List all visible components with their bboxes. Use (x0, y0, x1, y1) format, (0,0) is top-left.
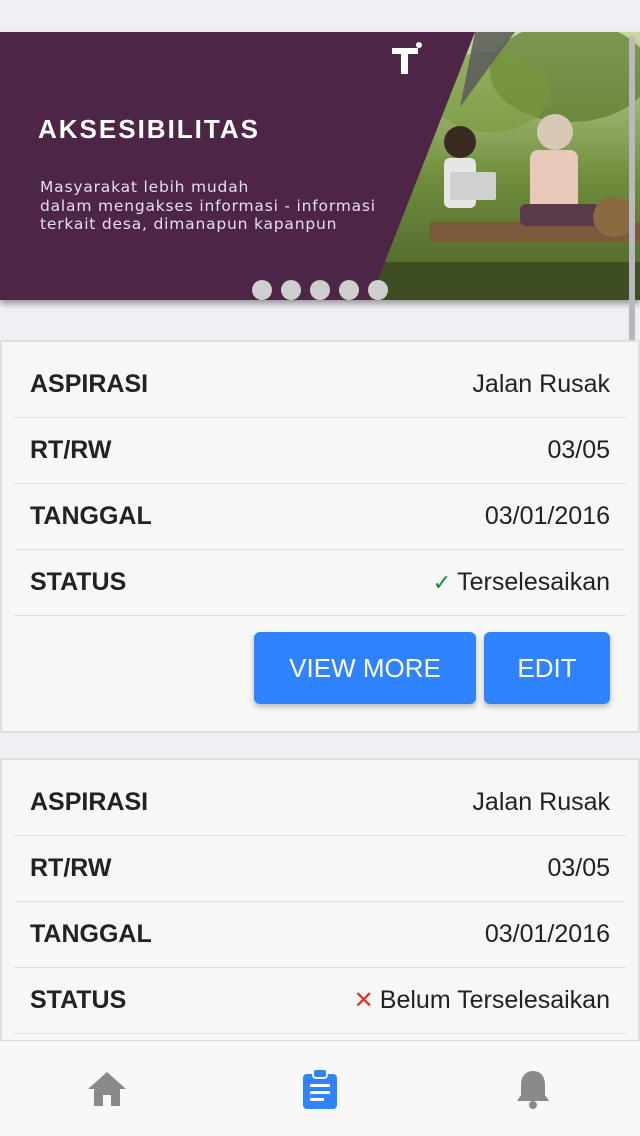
cross-icon: ✕ (353, 987, 374, 1014)
aspiration-card: ASPIRASI Jalan Rusak RT/RW 03/05 TANGGAL… (0, 758, 640, 1058)
tanggal-label: TANGGAL (30, 920, 152, 948)
card-actions: VIEW MORE EDIT (254, 632, 610, 704)
carousel-dot[interactable] (339, 280, 359, 300)
carousel-dot[interactable] (368, 280, 388, 300)
aspirasi-label: ASPIRASI (30, 788, 149, 816)
home-icon (87, 1071, 126, 1106)
rtrw-row: RT/RW 03/05 (14, 418, 626, 484)
status-row: STATUS ✕ Belum Terselesaikan (14, 968, 626, 1034)
tanggal-row: TANGGAL 03/01/2016 (14, 484, 626, 550)
aspiration-card: ASPIRASI Jalan Rusak RT/RW 03/05 TANGGAL… (0, 340, 640, 733)
aspirasi-row: ASPIRASI Jalan Rusak (14, 342, 626, 418)
rtrw-row: RT/RW 03/05 (14, 836, 626, 902)
banner-description-line: Masyarakat lebih mudah (40, 178, 250, 196)
carousel-dot[interactable] (281, 280, 301, 300)
rtrw-label: RT/RW (30, 436, 112, 464)
check-icon: ✓ (432, 569, 452, 595)
status-row: STATUS ✓ Terselesaikan (14, 550, 626, 616)
status-value: Terselesaikan (457, 568, 610, 596)
rtrw-value: 03/05 (547, 436, 610, 464)
status-label: STATUS (30, 986, 127, 1014)
bell-icon (517, 1070, 550, 1109)
tanggal-label: TANGGAL (30, 502, 152, 530)
aspirasi-row: ASPIRASI Jalan Rusak (14, 760, 626, 836)
view-more-button[interactable]: VIEW MORE (254, 632, 476, 704)
carousel-dot[interactable] (252, 280, 272, 300)
status-label: STATUS (30, 568, 127, 596)
banner-title: AKSESIBILITAS (38, 114, 260, 144)
clipboard-icon (302, 1067, 337, 1109)
tanggal-value: 03/01/2016 (484, 502, 610, 530)
tanggal-row: TANGGAL 03/01/2016 (14, 902, 626, 968)
bottom-nav (0, 1040, 640, 1136)
aspirasi-label: ASPIRASI (30, 370, 149, 398)
rtrw-value: 03/05 (547, 854, 610, 882)
nav-home[interactable] (47, 1041, 167, 1136)
status-value-wrap: ✕ Belum Terselesaikan (354, 986, 610, 1015)
aspirasi-value: Jalan Rusak (472, 788, 610, 816)
status-value: Belum Terselesaikan (379, 986, 610, 1014)
banner-description: Masyarakat lebih mudah dalam mengakses i… (40, 178, 400, 234)
nav-notifications[interactable] (473, 1041, 593, 1136)
carousel-dot[interactable] (310, 280, 330, 300)
banner-description-line: dalam mengakses informasi - informasi (40, 196, 376, 215)
edit-button[interactable]: EDIT (484, 632, 610, 704)
nav-aspirations[interactable] (260, 1041, 380, 1136)
banner-description-line: terkait desa, dimanapun kapanpun (40, 215, 338, 233)
tanggal-value: 03/01/2016 (484, 920, 610, 948)
banner-carousel[interactable]: AKSESIBILITAS Masyarakat lebih mudah dal… (0, 32, 640, 300)
status-value-wrap: ✓ Terselesaikan (433, 568, 610, 597)
brand-logo (392, 42, 422, 74)
aspirasi-value: Jalan Rusak (472, 370, 610, 398)
carousel-pagination (252, 280, 388, 300)
rtrw-label: RT/RW (30, 854, 112, 882)
